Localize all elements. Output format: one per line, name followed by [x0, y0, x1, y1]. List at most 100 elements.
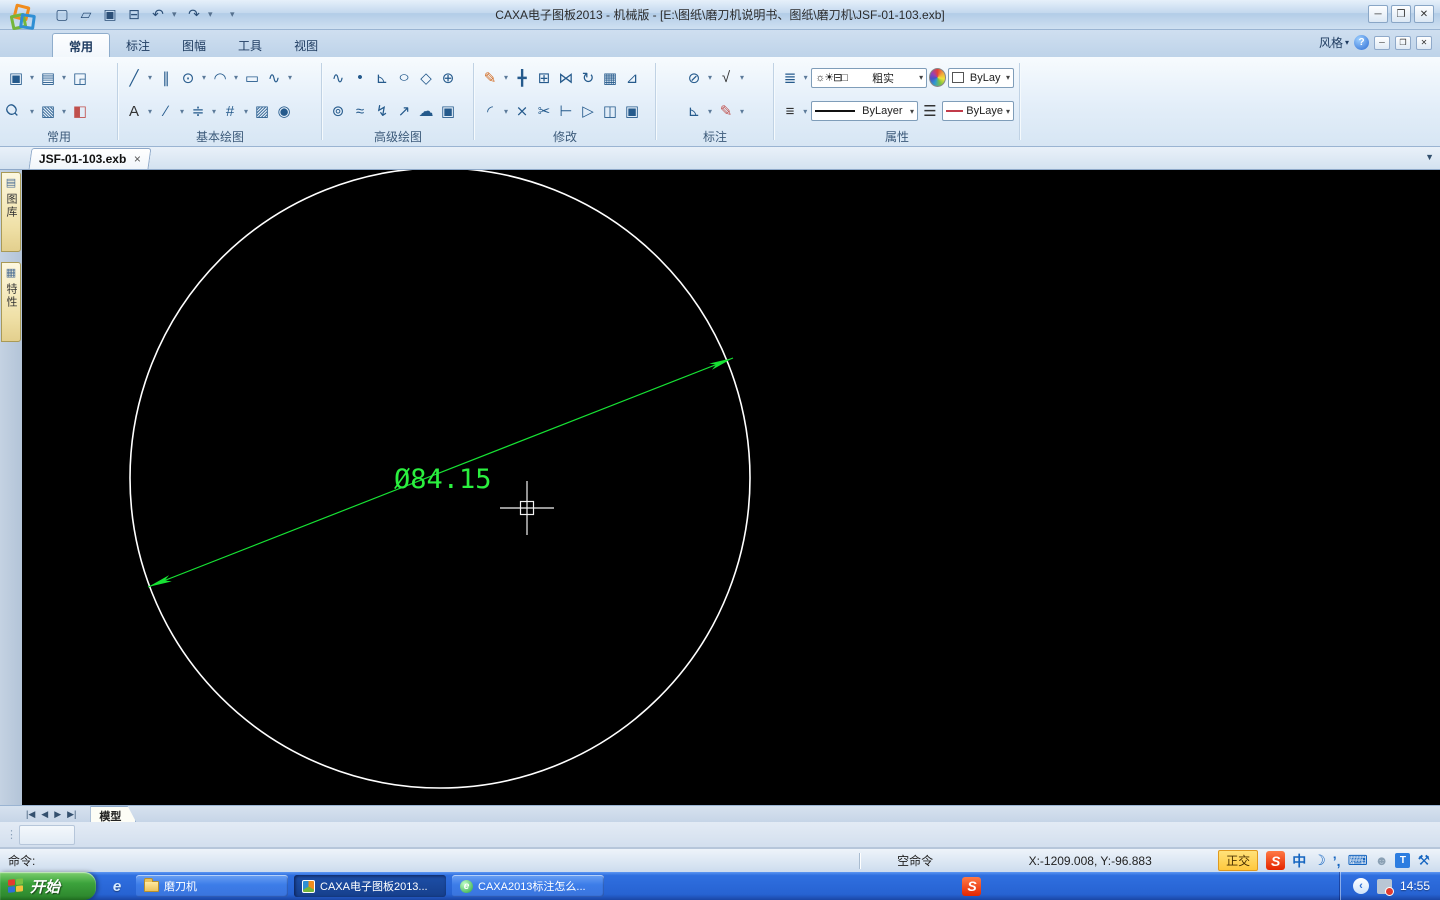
panel-grip-icon[interactable]: ⋮ — [6, 828, 15, 841]
erase-icon[interactable]: ✎ — [480, 66, 500, 90]
dropdown-caret-icon[interactable]: ▾ — [178, 107, 186, 116]
tab-dimension[interactable]: 标注 — [110, 33, 166, 57]
dropdown-caret-icon[interactable]: ▾ — [146, 107, 154, 116]
paste-icon[interactable]: ▤ — [38, 66, 58, 90]
dropdown-caret-icon[interactable]: ▾ — [738, 107, 746, 116]
tab-view[interactable]: 视图 — [278, 33, 334, 57]
layer-manager-icon[interactable]: ≣ — [780, 66, 800, 90]
coordinate-icon[interactable]: ⊾ — [372, 66, 392, 90]
dropdown-caret-icon[interactable]: ▾ — [28, 73, 36, 82]
document-tab-close-icon[interactable]: × — [134, 152, 141, 166]
dropdown-caret-icon[interactable]: ▾ — [706, 107, 714, 116]
ime-keyboard-icon[interactable]: ⌨ — [1348, 852, 1368, 869]
save-file-icon[interactable]: ▣ — [100, 5, 120, 25]
dropdown-caret-icon[interactable]: ▾ — [232, 73, 240, 82]
hatch-icon[interactable]: ▨ — [252, 99, 272, 123]
point-icon[interactable]: • — [350, 66, 370, 90]
line-icon[interactable]: ╱ — [124, 66, 144, 90]
linetype-select[interactable]: ByLayer ▾ — [811, 101, 918, 121]
start-button[interactable]: 开始 — [0, 872, 96, 900]
dropdown-caret-icon[interactable]: ▾ — [502, 73, 510, 82]
taskbar-button-caxa[interactable]: CAXA电子图板2013... — [294, 875, 446, 897]
ime-language-icon[interactable]: 中 — [1292, 851, 1306, 871]
next-sheet-icon[interactable]: ▶ — [54, 809, 61, 820]
command-prompt[interactable]: 命令: — [8, 852, 859, 869]
quicklaunch-ie-icon[interactable]: e — [104, 878, 130, 895]
wave-line-icon[interactable]: ≈ — [350, 99, 370, 123]
ellipse-icon[interactable]: ○ — [391, 66, 417, 90]
caxa-logo-icon[interactable] — [8, 2, 44, 38]
fillet-icon[interactable]: ◜ — [480, 99, 500, 123]
model-tab[interactable]: 模型 — [90, 806, 136, 823]
dropdown-caret-icon[interactable]: ▾ — [286, 73, 294, 82]
tab-frame[interactable]: 图幅 — [166, 33, 222, 57]
coordinate-dimension-icon[interactable]: ⊾ — [684, 99, 704, 123]
break-icon[interactable]: ⨯ — [512, 99, 532, 123]
doc-close-button[interactable]: ✕ — [1416, 36, 1432, 50]
move-icon[interactable]: ╋ — [512, 66, 532, 90]
polygon-icon[interactable]: ◇ — [416, 66, 436, 90]
stretch-icon[interactable]: ▷ — [578, 99, 598, 123]
zigzag-line-icon[interactable]: ↯ — [372, 99, 392, 123]
tab-tools[interactable]: 工具 — [222, 33, 278, 57]
revision-cloud-icon[interactable]: ☁ — [416, 99, 436, 123]
document-tab-active[interactable]: JSF-01-103.exb × — [29, 148, 152, 169]
point-line-icon[interactable]: ∕ — [156, 99, 176, 123]
color-wheel-icon[interactable] — [929, 68, 946, 87]
dimension-icon[interactable]: ⊘ — [684, 66, 704, 90]
dropdown-caret-icon[interactable]: ▾ — [60, 73, 68, 82]
palette-icon[interactable]: ◧ — [70, 99, 90, 123]
ime-user-icon[interactable]: ☻ — [1375, 853, 1389, 868]
dropdown-caret-icon[interactable]: ▾ — [802, 73, 809, 82]
undo-dropdown-caret-icon[interactable]: ▾ — [172, 9, 180, 20]
trim-icon[interactable]: ✂ — [534, 99, 554, 123]
ime-skin-icon[interactable]: T — [1395, 853, 1410, 868]
ime-fullhalf-icon[interactable]: ☽ — [1313, 852, 1326, 869]
scale-icon[interactable]: ⊿ — [622, 66, 642, 90]
layer-select[interactable]: ☼☀⊟□ 粗实 ▾ — [811, 68, 927, 88]
circle-tool-icon[interactable]: ⊙ — [178, 66, 198, 90]
curve-icon[interactable]: ∿ — [328, 66, 348, 90]
dropdown-caret-icon[interactable]: ▾ — [146, 73, 154, 82]
arc-icon[interactable]: ◠ — [210, 66, 230, 90]
axis-hole-icon[interactable]: # — [220, 99, 240, 123]
ortho-toggle[interactable]: 正交 — [1218, 850, 1258, 871]
new-file-icon[interactable]: ▢ — [52, 5, 72, 25]
redo-icon[interactable]: ↷ — [184, 5, 204, 25]
text-tool-icon[interactable]: A — [124, 99, 144, 123]
dropdown-caret-icon[interactable]: ▾ — [738, 73, 746, 82]
help-icon[interactable]: ? — [1354, 35, 1369, 50]
restore-button[interactable]: ❒ — [1391, 5, 1411, 23]
tab-list-caret-icon[interactable]: ▼ — [1425, 152, 1434, 162]
mirror-icon[interactable]: ⋈ — [556, 66, 576, 90]
spline-icon[interactable]: ∿ — [264, 66, 284, 90]
formula-curve-icon[interactable]: ⊕ — [438, 66, 458, 90]
side-tab-library[interactable]: ▤ 图库 — [1, 172, 21, 252]
dropdown-caret-icon[interactable]: ▾ — [60, 107, 68, 116]
taskbar-button-browser[interactable]: e CAXA2013标注怎么... — [452, 875, 604, 897]
color-select[interactable]: ByLay ▾ — [948, 68, 1014, 88]
tray-status-icon[interactable] — [1377, 879, 1392, 894]
image-icon[interactable]: ▧ — [38, 99, 58, 123]
command-history-box[interactable] — [19, 825, 75, 845]
rotate-icon[interactable]: ↻ — [578, 66, 598, 90]
dropdown-caret-icon[interactable]: ▾ — [502, 107, 510, 116]
refresh-icon[interactable]: ◲ — [70, 66, 90, 90]
print-icon[interactable]: ⊟ — [124, 5, 144, 25]
extend-icon[interactable]: ⊢ — [556, 99, 576, 123]
tab-common[interactable]: 常用 — [52, 33, 110, 57]
draw-order-icon[interactable]: ▣ — [622, 99, 642, 123]
undo-icon[interactable]: ↶ — [148, 5, 168, 25]
customize-toolbar-caret-icon[interactable]: ▾ — [230, 9, 238, 20]
offset-icon[interactable]: ≑ — [188, 99, 208, 123]
copy-icon[interactable]: ▣ — [6, 66, 26, 90]
array-icon[interactable]: ▦ — [600, 66, 620, 90]
ime-toolbox-icon[interactable]: ⚒ — [1417, 852, 1430, 869]
first-sheet-icon[interactable]: |◀ — [26, 809, 35, 820]
dropdown-caret-icon[interactable]: ▾ — [706, 73, 714, 82]
tolerance-icon[interactable]: √ — [716, 66, 736, 90]
close-button[interactable]: ✕ — [1414, 5, 1434, 23]
linewidth-icon[interactable]: ≡ — [780, 99, 800, 123]
dropdown-caret-icon[interactable]: ▾ — [242, 107, 250, 116]
dropdown-caret-icon[interactable]: ▾ — [210, 107, 218, 116]
